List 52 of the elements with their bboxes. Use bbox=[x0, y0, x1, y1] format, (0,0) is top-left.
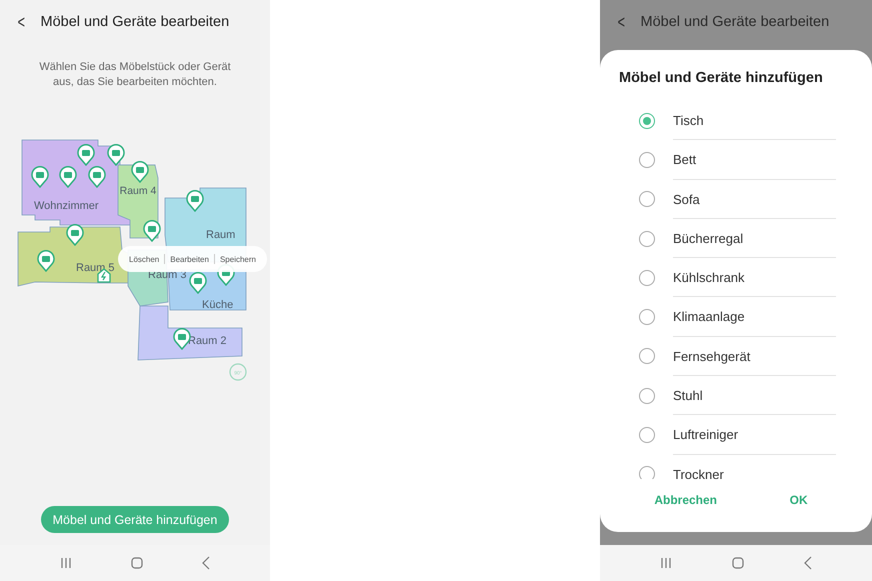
back-icon[interactable] bbox=[201, 556, 212, 570]
room-label: Wohnzimmer bbox=[34, 200, 99, 212]
back-icon[interactable] bbox=[803, 556, 813, 570]
room-label: Raum 4 bbox=[120, 185, 156, 197]
pin-icon[interactable] bbox=[186, 190, 204, 212]
pin-icon[interactable] bbox=[143, 220, 161, 242]
radio-button[interactable] bbox=[639, 230, 655, 247]
option-label[interactable]: Luftreiniger bbox=[673, 415, 836, 455]
recent-apps-icon[interactable] bbox=[659, 557, 673, 569]
home-icon[interactable] bbox=[130, 556, 144, 570]
pin-icon[interactable] bbox=[107, 144, 125, 166]
pin-icon[interactable] bbox=[77, 144, 95, 166]
pin-icon[interactable] bbox=[66, 224, 84, 246]
recent-apps-icon[interactable] bbox=[58, 557, 73, 569]
pin-icon[interactable] bbox=[131, 160, 149, 183]
screen-title: Möbel und Geräte bearbeiten bbox=[640, 14, 830, 30]
option-label[interactable]: Kühlschrank bbox=[673, 258, 836, 298]
option-label[interactable]: Fernsehgerät bbox=[673, 336, 836, 376]
pin-icon[interactable] bbox=[59, 166, 77, 188]
radio-button[interactable] bbox=[639, 348, 655, 364]
menu-item[interactable]: Speichern bbox=[214, 254, 261, 264]
room-label: Raum bbox=[206, 229, 236, 241]
radio-button[interactable] bbox=[639, 191, 655, 208]
radio-button[interactable] bbox=[639, 388, 655, 404]
radio-button[interactable] bbox=[639, 112, 655, 129]
pin-icon[interactable] bbox=[88, 166, 106, 188]
pin-icon[interactable] bbox=[189, 272, 207, 294]
radio-button[interactable] bbox=[639, 309, 655, 326]
pin-icon[interactable] bbox=[31, 166, 49, 188]
menu-item[interactable]: Löschen bbox=[124, 254, 164, 264]
room-label: Raum 3 bbox=[148, 269, 187, 281]
radio-button[interactable] bbox=[639, 152, 655, 168]
room-label: Raum 5 bbox=[76, 262, 115, 274]
room-label: Küche bbox=[202, 299, 234, 311]
option-label[interactable]: Sofa bbox=[673, 180, 836, 219]
radio-button[interactable] bbox=[639, 427, 655, 444]
option-label[interactable]: Bücherregal bbox=[673, 218, 836, 258]
menu-item[interactable]: Bearbeiten bbox=[165, 254, 214, 264]
option-label[interactable]: Trockner bbox=[673, 454, 836, 479]
radio-button[interactable] bbox=[639, 270, 655, 286]
option-label[interactable]: Bett bbox=[673, 140, 836, 180]
home-icon[interactable] bbox=[731, 556, 745, 570]
radio-button[interactable] bbox=[639, 466, 655, 479]
option-label[interactable]: Tisch bbox=[673, 101, 836, 140]
back-button[interactable]: < bbox=[18, 12, 25, 32]
pin-icon[interactable] bbox=[37, 250, 55, 272]
option-label[interactable]: Stuhl bbox=[673, 376, 836, 416]
back-button[interactable]: < bbox=[618, 12, 625, 32]
instruction-text: Wählen Sie das Möbelstück oder Gerät aus, das Sie bearbeiten möchten. bbox=[38, 60, 232, 90]
dialog-title: Möbel und Geräte hinzufügen bbox=[618, 69, 824, 88]
screen-title: Möbel und Geräte bearbeiten bbox=[40, 14, 230, 30]
option-label[interactable]: Klimaanlage bbox=[673, 297, 836, 337]
